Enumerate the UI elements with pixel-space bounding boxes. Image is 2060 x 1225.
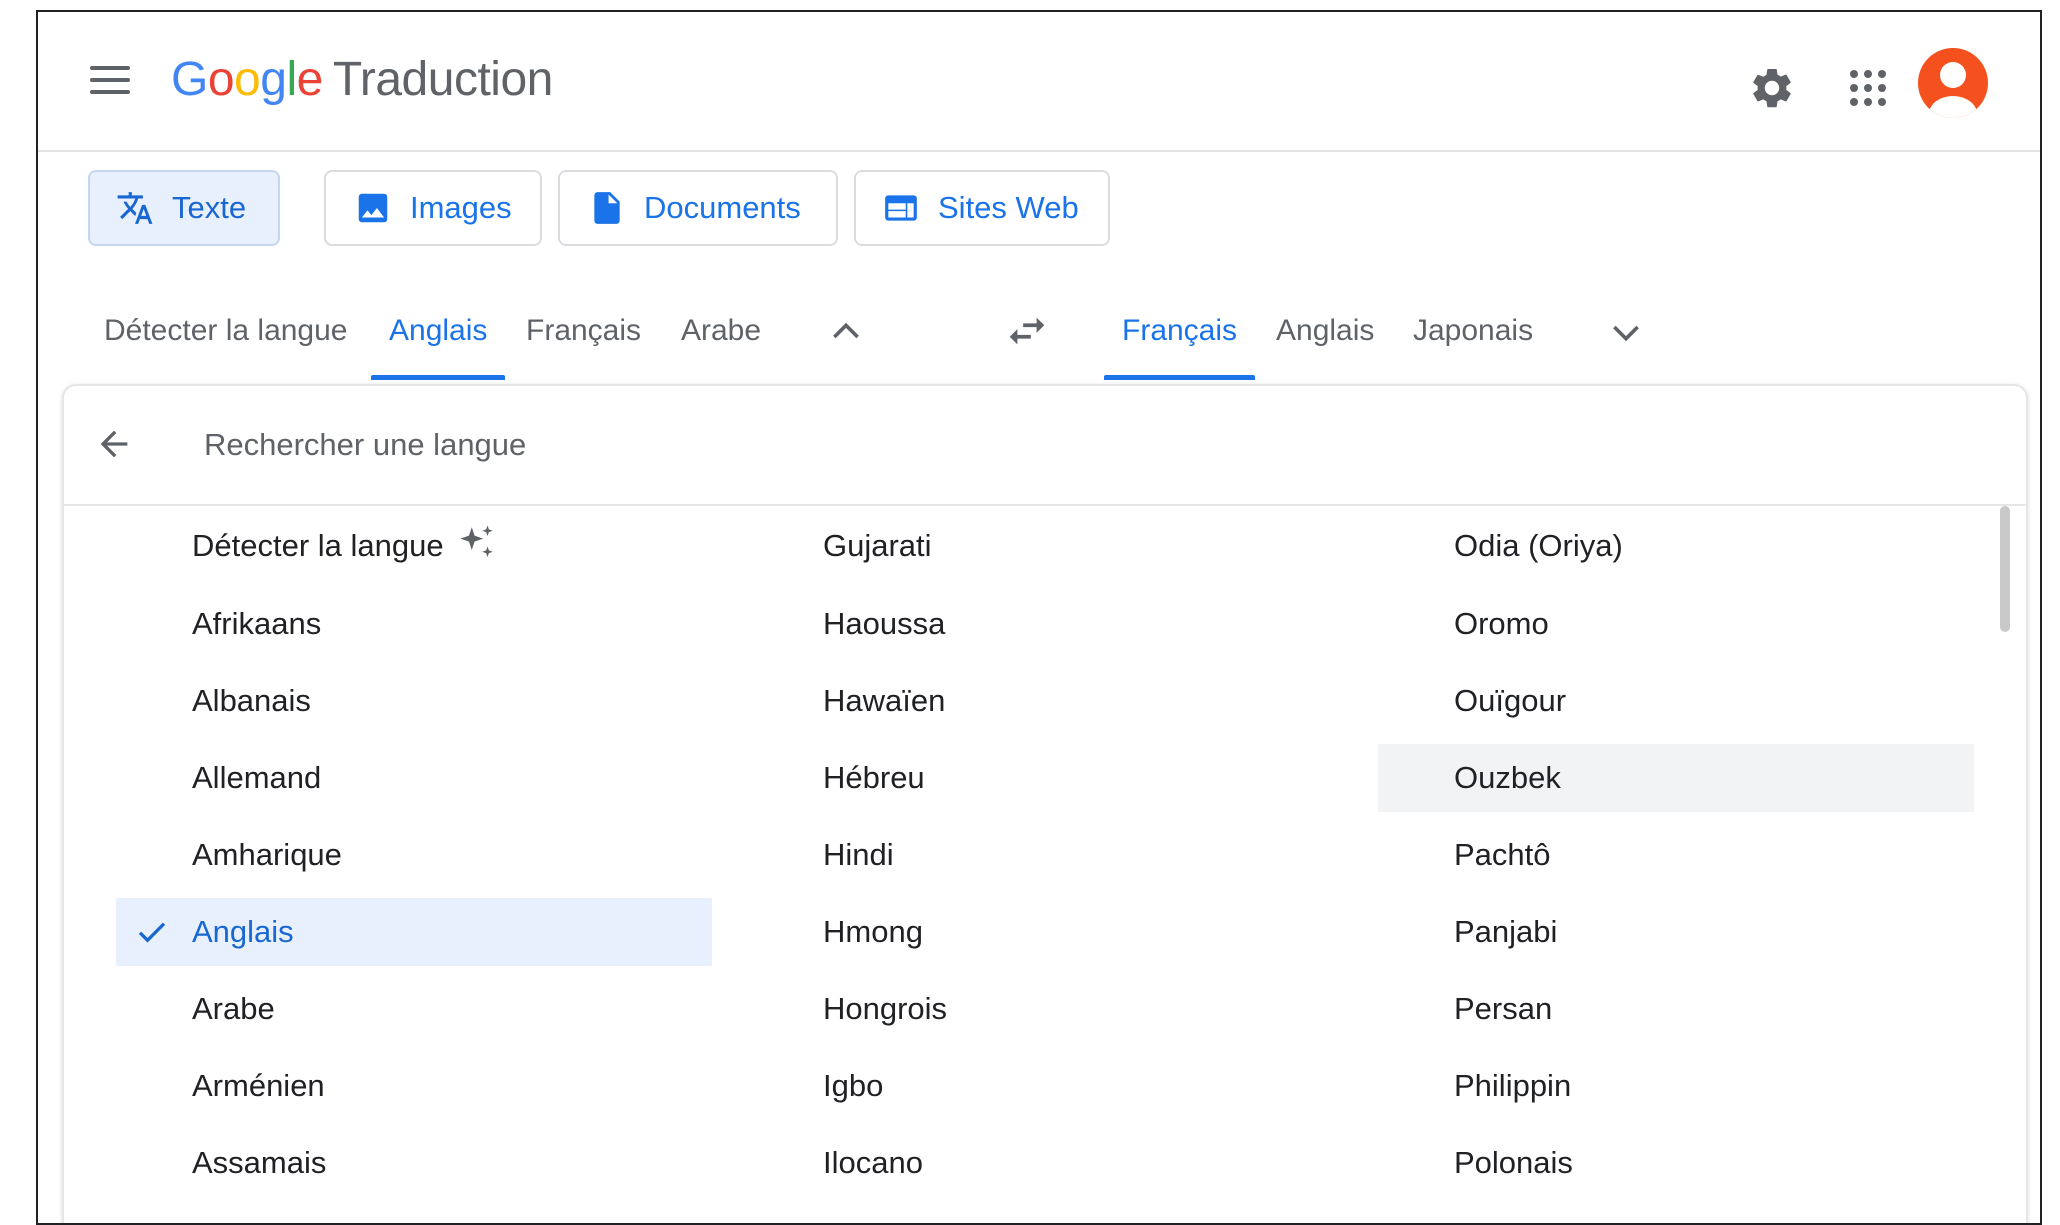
language-list: Détecter la langue Afrikaans Albanais Al… [64,506,2024,1223]
list-item[interactable]: Hindi [747,821,1343,889]
tab-images[interactable]: Images [324,170,542,246]
list-item[interactable]: Ouïgour [1378,667,1974,735]
list-item-label: Oromo [1454,606,1549,641]
chevron-down-icon[interactable] [1606,312,1646,352]
list-item[interactable]: Gujarati [747,512,1343,580]
app-window: Google Traduction Texte Images Documents… [36,10,2042,1225]
swap-languages-icon[interactable] [1004,308,1050,354]
list-item[interactable]: Amharique [116,821,712,889]
list-item[interactable]: Hawaïen [747,667,1343,735]
list-item[interactable]: Igbo [747,1052,1343,1120]
list-item-label: Arménien [192,1068,325,1103]
language-search-input[interactable] [202,414,1406,476]
logo-google: Google [171,53,323,106]
tab-label: Images [410,190,512,225]
tab-label: Documents [644,190,801,225]
settings-gear-icon[interactable] [1748,64,1796,112]
list-item[interactable]: Panjabi [1378,898,1974,966]
list-item-label: Igbo [823,1068,884,1103]
main-menu-button[interactable] [90,64,130,96]
list-item-label: Panjabi [1454,914,1558,949]
tab-documents[interactable]: Documents [558,170,838,246]
list-item-label: Odia (Oriya) [1454,528,1623,563]
list-item-label: Hébreu [823,760,925,795]
list-item[interactable]: Pachtô [1378,821,1974,889]
list-item-label: Hongrois [823,991,948,1026]
list-item-label: Ilocano [823,1145,923,1180]
list-item-label: Albanais [192,683,311,718]
list-item-label: Hmong [823,914,923,949]
source-tab-arabe[interactable]: Arabe [681,294,761,380]
menu-icon [90,66,130,70]
list-item[interactable]: Assamais [116,1129,712,1197]
checkmark-icon [138,922,166,943]
source-tab-anglais[interactable]: Anglais [370,294,506,380]
document-icon [594,192,620,224]
list-item-label: Afrikaans [192,606,322,641]
list-item[interactable]: Odia (Oriya) [1378,512,1974,580]
target-tab-francais[interactable]: Français [1103,294,1256,380]
scrollbar-thumb[interactable] [2000,506,2010,632]
list-item[interactable]: Arménien [116,1052,712,1120]
list-item-label: Anglais [192,914,294,949]
list-item-label: Amharique [192,837,342,872]
list-item-label: Détecter la langue [192,528,444,563]
list-item-label: Ouzbek [1454,760,1561,795]
google-apps-icon[interactable] [1844,64,1892,112]
tab-label: Texte [172,190,247,225]
tab-label: Sites Web [938,190,1079,225]
tab-texte[interactable]: Texte [88,170,280,246]
website-icon [885,195,917,221]
list-item-label: Haoussa [823,606,946,641]
list-item-selected[interactable]: Anglais [116,898,712,966]
list-item-hovered[interactable]: Ouzbek [1378,744,1974,812]
list-item-label: Hawaïen [823,683,946,718]
tab-sites-web[interactable]: Sites Web [854,170,1110,246]
language-bar: Détecter la langue Anglais Français Arab… [38,294,2040,384]
list-item[interactable]: Afrikaans [116,590,712,658]
target-tab-anglais[interactable]: Anglais [1276,294,1374,380]
list-item[interactable]: Polonais [1378,1129,1974,1197]
list-item-label: Arabe [192,991,275,1026]
source-tab-francais[interactable]: Français [526,294,641,380]
list-item-label: Hindi [823,837,894,872]
list-item[interactable]: Philippin [1378,1052,1974,1120]
search-row [64,386,2026,506]
list-item-label: Philippin [1454,1068,1572,1103]
language-picker-panel: Détecter la langue Afrikaans Albanais Al… [62,384,2028,1223]
account-avatar[interactable] [1918,48,1988,118]
translate-icon [117,192,153,224]
image-icon [358,193,388,223]
sparkle-icon [459,525,493,557]
list-item[interactable]: Persan [1378,975,1974,1043]
list-item[interactable]: Arabe [116,975,712,1043]
list-item[interactable]: Albanais [116,667,712,735]
menu-icon-bar [90,90,130,94]
logo-product-name: Traduction [332,53,554,106]
person-icon [1929,62,1977,118]
list-item[interactable]: Oromo [1378,590,1974,658]
list-item-label: Pachtô [1454,837,1551,872]
list-item-label: Polonais [1454,1145,1573,1180]
list-item[interactable]: Hmong [747,898,1343,966]
list-item-label: Allemand [192,760,322,795]
list-item-detect-language[interactable]: Détecter la langue [116,512,712,580]
chevron-up-icon[interactable] [826,312,866,352]
list-item-label: Ouïgour [1454,683,1567,718]
list-item[interactable]: Haoussa [747,590,1343,658]
list-item-label: Gujarati [823,528,932,563]
list-item[interactable]: Allemand [116,744,712,812]
back-arrow-icon[interactable] [94,424,134,464]
list-item-label: Persan [1454,991,1553,1026]
google-translate-logo[interactable]: Google Traduction [171,52,553,107]
list-item-label: Assamais [192,1145,327,1180]
source-tab-detect[interactable]: Détecter la langue [104,294,348,380]
list-item[interactable]: Ilocano [747,1129,1343,1197]
list-item[interactable]: Hongrois [747,975,1343,1043]
app-header: Google Traduction [38,12,2040,152]
list-item-label-detect-language: Détecter la langue [192,512,498,580]
list-item[interactable]: Hébreu [747,744,1343,812]
target-tab-japonais[interactable]: Japonais [1413,294,1533,380]
menu-icon-bar [90,78,130,82]
